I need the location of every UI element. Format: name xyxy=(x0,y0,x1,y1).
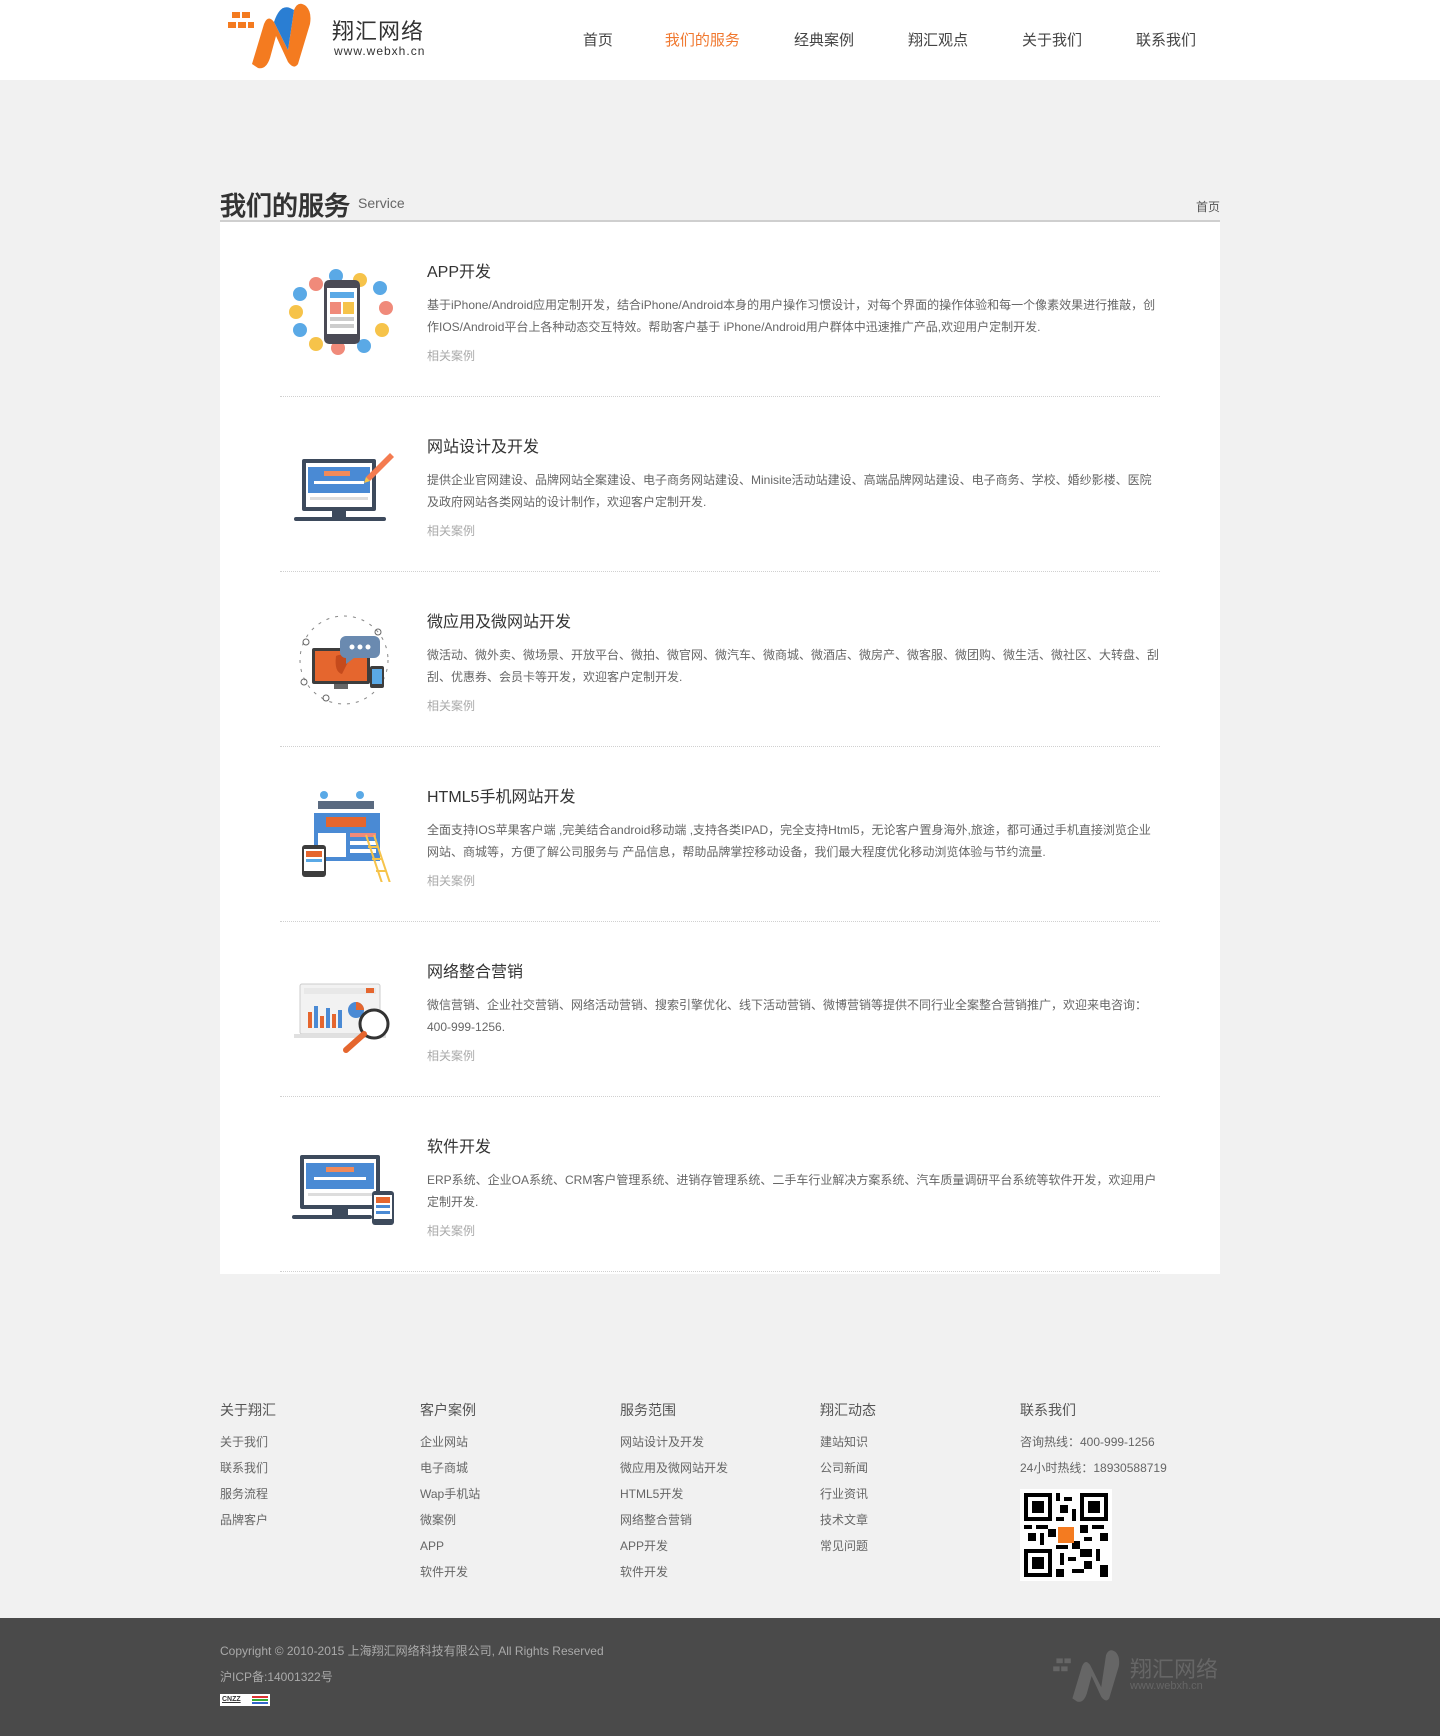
breadcrumb-home[interactable]: 首页 xyxy=(1196,198,1220,215)
footer-col-title: 服务范围 xyxy=(620,1402,676,1418)
cnzz-label: CNZZ xyxy=(222,1696,241,1703)
footer-link[interactable]: 公司新闻 xyxy=(820,1455,1020,1481)
related-cases-link[interactable]: 相关案例 xyxy=(427,872,475,889)
hotline-24h-text: 24小时热线：18930588719 xyxy=(1020,1461,1167,1475)
footer-link[interactable]: 网络整合营销 xyxy=(620,1507,820,1533)
service-item-micro: 微应用及微网站开发 微活动、微外卖、微场景、开放平台、微拍、微官网、微汽车、微商… xyxy=(280,572,1160,747)
nav-home[interactable]: 首页 xyxy=(583,0,613,80)
logo-title: 翔汇网络 xyxy=(332,20,425,45)
page-title: 我们的服务 xyxy=(220,191,351,221)
service-title: HTML5手机网站开发 xyxy=(427,789,576,806)
service-description: ERP系统、企业OA系统、CRM客户管理系统、进销存管理系统、二手车行业解决方案… xyxy=(427,1173,1157,1209)
nav-cases[interactable]: 经典案例 xyxy=(794,0,854,80)
footer-link[interactable]: HTML5开发 xyxy=(620,1481,820,1507)
related-cases-link[interactable]: 相关案例 xyxy=(427,347,475,364)
main-content: 我们的服务 Service 首页 APP开发 基于iPhone/Android应… xyxy=(220,80,1220,1274)
service-title: 网络整合营销 xyxy=(427,964,524,981)
icp-number: 沪ICP备:14001322号 xyxy=(220,1670,333,1684)
footer-link[interactable]: 企业网站 xyxy=(420,1429,620,1455)
service-description: 全面支持IOS苹果客户端 ,完美结合android移动端 ,支持各类IPAD，完… xyxy=(427,823,1151,859)
nav-contact[interactable]: 联系我们 xyxy=(1136,0,1196,80)
page-header: 我们的服务 Service 首页 xyxy=(220,132,1220,222)
service-description: 基于iPhone/Android应用定制开发，结合iPhone/Android本… xyxy=(427,298,1156,334)
service-description: 微活动、微外卖、微场景、开放平台、微拍、微官网、微汽车、微商城、微酒店、微房产、… xyxy=(427,648,1160,684)
footer-link[interactable]: 网站设计及开发 xyxy=(620,1429,820,1455)
service-description: 提供企业官网建设、品牌网站全案建设、电子商务网站建设、Minisite活动站建设… xyxy=(427,473,1152,509)
footer-logo-url: www.webxh.cn xyxy=(1130,1680,1203,1692)
service-title: 软件开发 xyxy=(427,1139,492,1156)
footer-logo: 翔汇网络 www.webxh.cn xyxy=(1050,1646,1220,1706)
footer-link[interactable]: 服务流程 xyxy=(220,1481,420,1507)
mobile-apps-icon xyxy=(289,269,393,355)
footer-col-news: 翔汇动态 建站知识 公司新闻 行业资讯 技术文章 常见问题 xyxy=(820,1400,1020,1618)
site-logo[interactable]: 翔汇网络 www.webxh.cn xyxy=(220,0,430,72)
footer-link[interactable]: 常见问题 xyxy=(820,1533,1020,1559)
footer-logo-mark-icon xyxy=(1053,1650,1120,1702)
services-list: APP开发 基于iPhone/Android应用定制开发，结合iPhone/An… xyxy=(220,222,1220,1274)
footer-link[interactable]: 技术文章 xyxy=(820,1507,1020,1533)
footer-link[interactable]: 品牌客户 xyxy=(220,1507,420,1533)
related-cases-link[interactable]: 相关案例 xyxy=(427,1222,475,1239)
service-description: 微信营销、企业社交营销、网络活动营销、搜索引擎优化、线下活动营销、微博营销等提供… xyxy=(427,998,1148,1034)
nav-insights[interactable]: 翔汇观点 xyxy=(908,0,968,80)
footer-link[interactable]: APP开发 xyxy=(620,1533,820,1559)
related-cases-link[interactable]: 相关案例 xyxy=(427,697,475,714)
footer-link[interactable]: Wap手机站 xyxy=(420,1481,620,1507)
footer-col-title: 关于翔汇 xyxy=(220,1402,276,1418)
page-subtitle: Service xyxy=(358,195,405,211)
nav-about[interactable]: 关于我们 xyxy=(1022,0,1082,80)
footer-link[interactable]: 软件开发 xyxy=(620,1559,820,1585)
service-title: 微应用及微网站开发 xyxy=(427,614,572,631)
qr-code-icon xyxy=(1020,1489,1112,1581)
footer-link[interactable]: 微应用及微网站开发 xyxy=(620,1455,820,1481)
footer-link[interactable]: 电子商城 xyxy=(420,1455,620,1481)
logo-mark-icon xyxy=(228,3,311,69)
hotline-text: 咨询热线：400-999-1256 xyxy=(1020,1435,1155,1449)
service-item-marketing: 网络整合营销 微信营销、企业社交营销、网络活动营销、搜索引擎优化、线下活动营销、… xyxy=(280,922,1160,1097)
footer-links: 关于翔汇 关于我们 联系我们 服务流程 品牌客户 客户案例 企业网站 电子商城 … xyxy=(0,1364,1440,1618)
software-dev-icon xyxy=(292,1155,394,1225)
footer-col-about: 关于翔汇 关于我们 联系我们 服务流程 品牌客户 xyxy=(220,1400,420,1618)
nav-services[interactable]: 我们的服务 xyxy=(665,0,740,80)
footer-link[interactable]: 微案例 xyxy=(420,1507,620,1533)
website-design-icon xyxy=(294,453,394,521)
cnzz-badge[interactable]: CNZZ xyxy=(220,1694,270,1706)
footer-link[interactable]: 建站知识 xyxy=(820,1429,1020,1455)
service-item-app: APP开发 基于iPhone/Android应用定制开发，结合iPhone/An… xyxy=(280,222,1160,397)
site-header: 翔汇网络 www.webxh.cn 首页 我们的服务 经典案例 翔汇观点 关于我… xyxy=(0,0,1440,80)
footer-link[interactable]: 行业资讯 xyxy=(820,1481,1020,1507)
service-item-html5: HTML5手机网站开发 全面支持IOS苹果客户端 ,完美结合android移动端… xyxy=(280,747,1160,922)
service-item-software: 软件开发 ERP系统、企业OA系统、CRM客户管理系统、进销存管理系统、二手车行… xyxy=(280,1097,1160,1272)
footer-col-title: 翔汇动态 xyxy=(820,1402,876,1418)
related-cases-link[interactable]: 相关案例 xyxy=(427,1047,475,1064)
footer-bottom: Copyright © 2010-2015 上海翔汇网络科技有限公司, All … xyxy=(0,1618,1440,1736)
footer-link[interactable]: 软件开发 xyxy=(420,1559,620,1585)
copyright-text: Copyright © 2010-2015 上海翔汇网络科技有限公司, All … xyxy=(220,1644,604,1658)
main-nav: 首页 我们的服务 经典案例 翔汇观点 关于我们 联系我们 xyxy=(583,0,1220,80)
logo-url: www.webxh.cn xyxy=(334,44,426,58)
marketing-analytics-icon xyxy=(294,983,390,1053)
footer-link[interactable]: 联系我们 xyxy=(220,1455,420,1481)
footer-link[interactable]: 关于我们 xyxy=(220,1429,420,1455)
footer-link[interactable]: APP xyxy=(420,1533,620,1559)
footer-col-title: 联系我们 xyxy=(1020,1402,1076,1418)
service-item-website: 网站设计及开发 提供企业官网建设、品牌网站全案建设、电子商务网站建设、Minis… xyxy=(280,397,1160,572)
service-title: APP开发 xyxy=(427,264,492,281)
service-title: 网站设计及开发 xyxy=(427,439,540,456)
html5-mobile-icon xyxy=(302,791,391,882)
micro-apps-icon xyxy=(299,615,389,705)
footer-col-contact: 联系我们 咨询热线：400-999-1256 24小时热线：1893058871… xyxy=(1020,1400,1220,1618)
footer-col-services: 服务范围 网站设计及开发 微应用及微网站开发 HTML5开发 网络整合营销 AP… xyxy=(620,1400,820,1618)
related-cases-link[interactable]: 相关案例 xyxy=(427,522,475,539)
footer-col-title: 客户案例 xyxy=(420,1402,476,1418)
footer-col-cases: 客户案例 企业网站 电子商城 Wap手机站 微案例 APP 软件开发 xyxy=(420,1400,620,1618)
